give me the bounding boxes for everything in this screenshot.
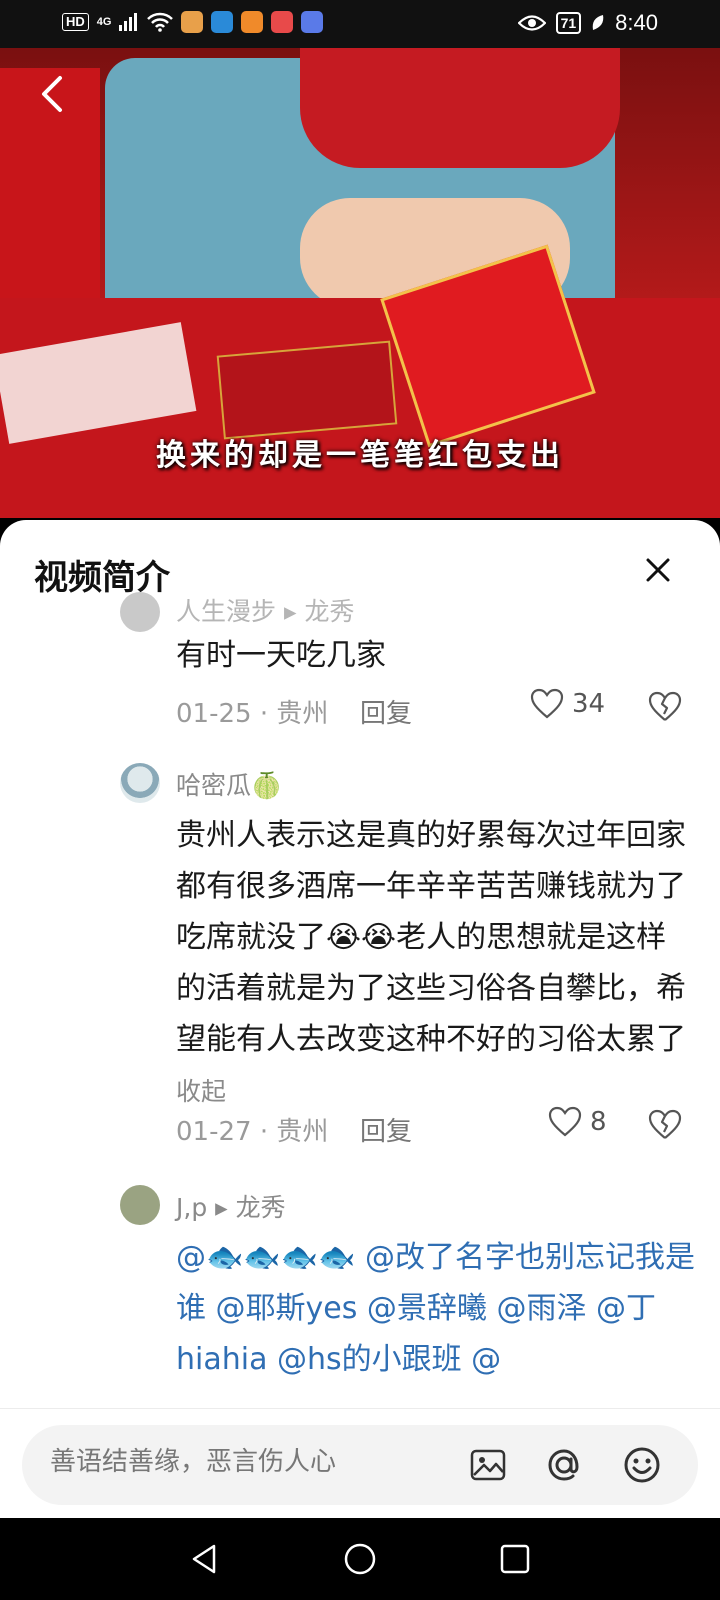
comment-body: 贵州人表示这是真的好累每次过年回家都有很多酒席一年辛辛苦苦赚钱就为了吃席就没了😭… (176, 818, 686, 1057)
app-icon-browser (211, 11, 234, 33)
nav-back-icon[interactable] (186, 1540, 224, 1578)
status-right: 71 8:40 (517, 10, 658, 36)
avatar[interactable] (120, 763, 160, 803)
comment-input-container[interactable] (22, 1425, 698, 1505)
close-icon[interactable] (636, 548, 680, 592)
broken-heart-icon[interactable] (648, 690, 682, 724)
comment-item: 哈密瓜🍈 贵州人表示这是真的好累每次过年回家都有很多酒席一年辛辛苦苦赚钱就为了吃… (0, 758, 720, 1158)
status-left: HD 4G (62, 11, 324, 33)
comment-date-location: 01-25 · 贵州 (176, 699, 329, 729)
avatar[interactable] (120, 592, 160, 632)
heart-icon (548, 1106, 582, 1137)
battery-indicator: 71 (555, 12, 582, 34)
like-button[interactable]: 8 (548, 1106, 607, 1138)
back-arrow-icon[interactable] (30, 70, 78, 118)
wifi-icon (147, 12, 174, 32)
app-icon-music (301, 11, 324, 33)
comment-item: J,p ▸ 龙秀 @🐟🐟🐟🐟 @改了名字也别忘记我是谁 @耶斯yes @景辞曦 … (0, 1180, 720, 1410)
image-icon[interactable] (468, 1445, 508, 1485)
broken-heart-icon[interactable] (648, 1108, 682, 1142)
comment-input-bar (0, 1408, 720, 1519)
video-scarf (300, 48, 620, 168)
clock: 8:40 (615, 10, 658, 35)
network-indicator: 4G (96, 15, 112, 28)
emoji-icon[interactable] (622, 1445, 662, 1485)
eye-icon (517, 15, 546, 31)
leaf-icon (592, 15, 604, 30)
system-navigation-bar (0, 1518, 720, 1600)
comment-item: 人生漫步 ▸ 龙秀 有时一天吃几家 01-25 · 贵州 回复 34 (0, 590, 720, 730)
like-count: 34 (572, 689, 606, 719)
like-button[interactable]: 34 (530, 688, 605, 720)
comment-username[interactable]: J,p ▸ 龙秀 (176, 1188, 286, 1224)
status-bar: HD 4G 71 8:40 (0, 0, 720, 48)
nav-home-icon[interactable] (341, 1540, 379, 1578)
app-icon-video (241, 11, 264, 33)
like-count: 8 (590, 1107, 607, 1137)
app-icon-shop (271, 11, 294, 33)
comment-username[interactable]: 人生漫步 ▸ 龙秀 (176, 592, 354, 628)
comment-username[interactable]: 哈密瓜🍈 (176, 766, 282, 802)
app-icon-news (181, 11, 204, 33)
comment-text: 贵州人表示这是真的好累每次过年回家都有很多酒席一年辛辛苦苦赚钱就为了吃席就没了😭… (176, 810, 696, 1117)
reply-button[interactable]: 回复 (360, 1111, 412, 1148)
video-intro-sheet: 视频简介 人生漫步 ▸ 龙秀 有时一天吃几家 01-25 · 贵州 回复 34 … (0, 520, 720, 1518)
nav-recents-icon[interactable] (496, 1540, 534, 1578)
collapse-link[interactable]: 收起 (176, 1077, 226, 1106)
video-envelope-2 (216, 340, 398, 440)
comment-text: @🐟🐟🐟🐟 @改了名字也别忘记我是谁 @耶斯yes @景辞曦 @雨泽 @丁hia… (176, 1240, 695, 1377)
video-player[interactable]: 换来的却是一笔笔红包支出 (0, 48, 720, 518)
signal-icon (119, 13, 138, 31)
comment-date-location: 01-27 · 贵州 (176, 1117, 329, 1147)
hd-badge: HD (62, 13, 89, 31)
comment-input[interactable] (50, 1447, 450, 1477)
reply-button[interactable]: 回复 (360, 693, 412, 730)
comment-text: 有时一天吃几家 (176, 638, 386, 673)
heart-icon (530, 688, 564, 719)
at-icon[interactable] (544, 1445, 584, 1485)
video-caption: 换来的却是一笔笔红包支出 (156, 438, 564, 473)
avatar[interactable] (120, 1185, 160, 1225)
